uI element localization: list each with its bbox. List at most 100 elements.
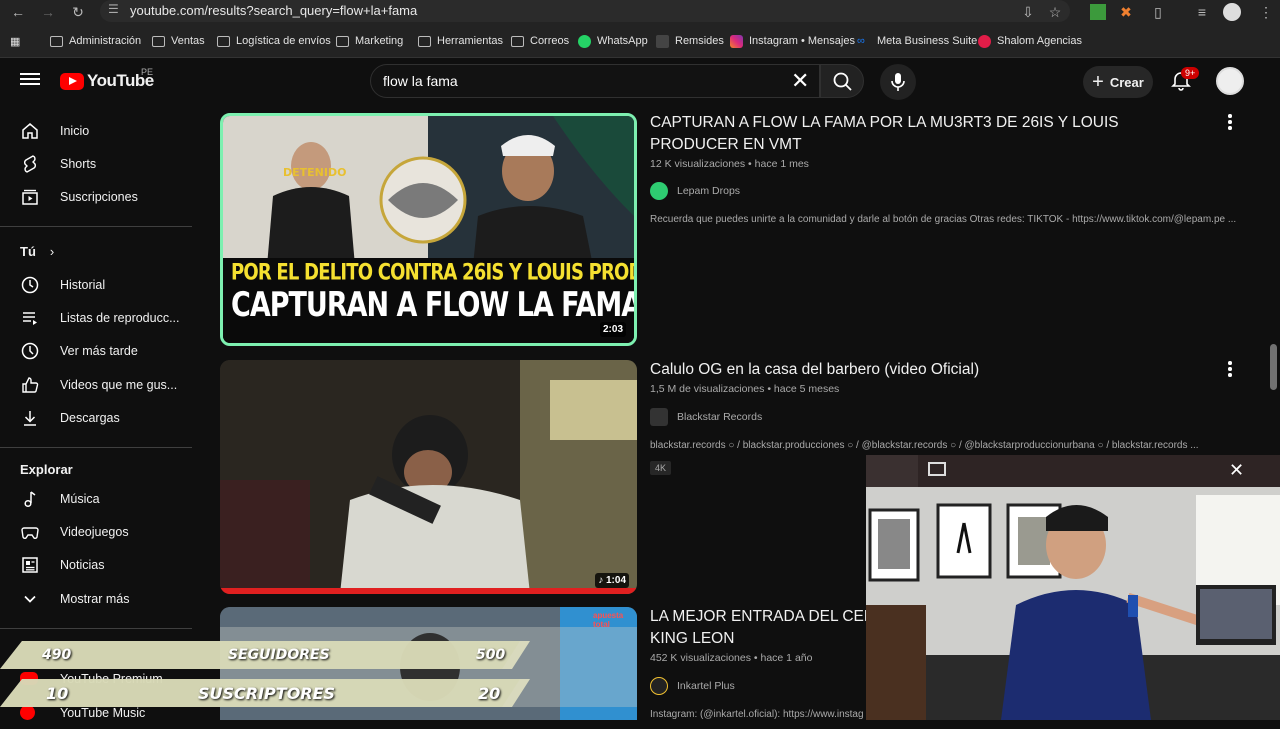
sidebar-section-you[interactable]: Tú › — [20, 244, 54, 259]
shalom-icon — [978, 34, 991, 48]
subscribers-goal-bar: 10 SUSCRIPTORES 20 — [0, 679, 530, 707]
notifications-badge: 9+ — [1181, 67, 1200, 79]
microphone-icon — [891, 73, 905, 91]
more-actions-icon[interactable] — [1228, 361, 1232, 377]
miniplayer-bar — [918, 455, 1280, 487]
extensions-puzzle-icon[interactable]: ▯ — [1148, 2, 1168, 22]
watch-later-icon — [21, 342, 39, 359]
close-miniplayer-icon[interactable]: ✕ — [1229, 460, 1244, 481]
clear-search-icon[interactable]: ✕ — [791, 69, 809, 93]
youtube-play-icon — [60, 72, 84, 90]
home-icon — [22, 122, 38, 139]
sidebar-item-historial[interactable]: Historial — [0, 268, 192, 301]
sidebar-item-shorts[interactable]: Shorts — [0, 147, 192, 180]
bookmark-correos[interactable]: Correos — [511, 32, 569, 50]
youtube-logo[interactable]: YouTube PE — [60, 67, 154, 91]
sidebar-item-musica[interactable]: Música — [0, 482, 192, 515]
chrome-menu-icon[interactable]: ⋮ — [1256, 2, 1276, 22]
bookmark-remsides[interactable]: Remsides — [656, 32, 724, 50]
sidebar-item-descargas[interactable]: Descargas — [0, 401, 192, 434]
instagram-icon — [730, 34, 743, 48]
download-icon — [24, 410, 36, 426]
browser-toolbar: ← → ↻ ☰ youtube.com/results?search_query… — [0, 0, 1280, 24]
bookmark-ventas[interactable]: Ventas — [152, 32, 205, 50]
video-title[interactable]: LA MEJOR ENTRADA DEL CELEB KING LEON — [650, 606, 870, 650]
page-scrollbar-thumb[interactable] — [1270, 344, 1277, 390]
bookmark-whatsapp[interactable]: WhatsApp — [578, 32, 648, 50]
video-duration: 2:03 — [599, 322, 626, 337]
folder-icon — [152, 35, 165, 47]
install-app-icon[interactable]: ⇩ — [1018, 2, 1038, 22]
history-icon — [21, 276, 39, 293]
webcam-overlay — [866, 455, 1280, 720]
channel-avatar — [650, 182, 668, 200]
webcam-feed-image — [866, 455, 1280, 720]
site-info-icon[interactable]: ☰ — [108, 2, 124, 18]
video-thumbnail[interactable]: DETENIDO POR EL DELITO CONTRA 26IS Y LOU… — [220, 113, 637, 346]
thumbnail-caption-line1: POR EL DELITO CONTRA 26IS Y LOUIS PRODUC… — [231, 259, 634, 286]
back-icon[interactable]: ← — [8, 2, 28, 22]
sidebar-item-mostrar-mas[interactable]: Mostrar más — [0, 582, 192, 615]
sidebar-item-ver-mas-tarde[interactable]: Ver más tarde — [0, 334, 192, 367]
video-metadata: 1,5 M de visualizaciones • hace 5 meses — [650, 383, 840, 395]
apps-grid-icon[interactable]: ▦ — [10, 32, 20, 50]
playlists-icon — [23, 311, 37, 325]
search-button[interactable] — [820, 64, 864, 98]
url-text: youtube.com/results?search_query=flow+la… — [130, 3, 418, 18]
bookmark-shalom[interactable]: Shalom Agencias — [978, 32, 1082, 50]
video-thumbnail[interactable]: ♪ 1:04 — [220, 360, 637, 594]
bookmarks-bar: ▦ Administración Ventas Logística de env… — [0, 24, 1280, 58]
video-title[interactable]: Calulo OG en la casa del barbero (video … — [650, 359, 1190, 381]
guide-sidebar: Inicio Shorts Suscripciones Tú › Historia… — [0, 104, 192, 720]
bookmark-logistica[interactable]: Logística de envíos — [217, 32, 331, 50]
channel-link[interactable]: Inkartel Plus — [650, 677, 735, 695]
plus-icon: + — [1092, 71, 1104, 93]
video-title[interactable]: CAPTURAN A FLOW LA FAMA POR LA MU3RT3 DE… — [650, 112, 1190, 156]
sidebar-item-listas[interactable]: Listas de reproducc... — [0, 301, 192, 334]
sidebar-item-noticias[interactable]: Noticias — [0, 548, 192, 581]
sidebar-item-inicio[interactable]: Inicio — [0, 114, 192, 147]
sidebar-section-explorar: Explorar — [20, 462, 73, 477]
subscribers-label: SUSCRIPTORES — [198, 684, 336, 703]
profile-avatar-icon[interactable] — [1223, 3, 1241, 21]
hamburger-menu-icon[interactable] — [20, 70, 40, 90]
news-icon — [22, 556, 38, 573]
chevron-down-icon — [24, 595, 36, 603]
channel-link[interactable]: Lepam Drops — [650, 182, 740, 200]
more-actions-icon[interactable] — [1228, 114, 1232, 130]
bookmark-herramientas[interactable]: Herramientas — [418, 32, 503, 50]
bookmark-instagram[interactable]: Instagram • Mensajes — [730, 32, 855, 50]
channel-avatar — [650, 408, 668, 426]
channel-link[interactable]: Blackstar Records — [650, 408, 762, 426]
thumbnail-caption-line2: CAPTURAN A FLOW LA FAMA — [231, 286, 637, 325]
bookmark-marketing[interactable]: Marketing — [336, 32, 403, 50]
followers-goal: 500 — [476, 647, 506, 663]
extension-green-icon[interactable] — [1090, 4, 1106, 20]
voice-search-button[interactable] — [880, 64, 916, 100]
sidebar-divider — [0, 447, 192, 448]
remsides-icon — [656, 34, 669, 48]
extension-orange-icon[interactable]: ✖ — [1116, 2, 1136, 22]
address-bar[interactable]: ☰ youtube.com/results?search_query=flow+… — [100, 0, 1070, 22]
bookmark-meta-business[interactable]: ∞ Meta Business Suite — [857, 32, 977, 50]
user-avatar[interactable] — [1216, 67, 1244, 95]
followers-label: SEGUIDORES — [228, 647, 330, 663]
followers-goal-bar: 490 SEGUIDORES 500 — [0, 641, 530, 669]
expand-miniplayer-icon[interactable] — [928, 462, 946, 476]
search-input[interactable]: flow la fama ✕ — [370, 64, 820, 98]
bookmark-star-icon[interactable]: ☆ — [1045, 2, 1065, 22]
reading-list-icon[interactable]: ≡ — [1192, 2, 1212, 22]
thumbs-up-icon — [22, 376, 39, 393]
sidebar-item-videos-gustan[interactable]: Videos que me gus... — [0, 368, 192, 401]
bookmark-administracion[interactable]: Administración — [50, 32, 141, 50]
sidebar-item-suscripciones[interactable]: Suscripciones — [0, 180, 192, 213]
thumbnail-tag: apuesta total — [593, 611, 624, 629]
sidebar-divider — [0, 628, 192, 629]
sidebar-item-videojuegos[interactable]: Videojuegos — [0, 515, 192, 548]
create-button[interactable]: + Crear — [1083, 66, 1153, 98]
folder-icon — [418, 35, 431, 47]
forward-icon[interactable]: → — [38, 2, 58, 22]
youtube-music-icon — [20, 705, 35, 720]
subscribers-goal: 20 — [478, 684, 501, 703]
reload-icon[interactable]: ↻ — [68, 2, 88, 22]
